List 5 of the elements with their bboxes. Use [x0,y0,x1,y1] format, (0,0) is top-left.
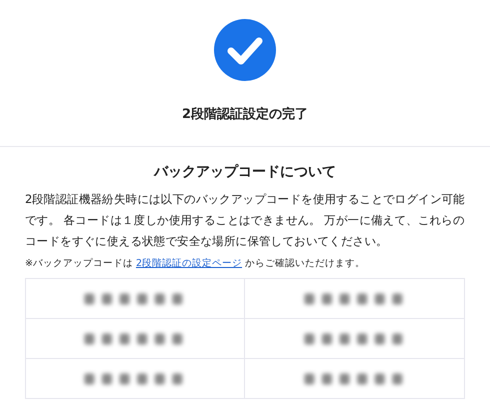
dialog-title: 2段階認証設定の完了 [182,106,308,123]
section-heading: バックアップコードについて [152,163,337,181]
settings-link[interactable]: 2段階認証の設定ページ [136,258,242,269]
note-text: ※バックアップコードは 2段階認証の設定ページ からご確認いただけます。 [25,257,366,270]
description-text: 2段階認証機器紛失時には以下のバックアップコードを使用することでログイン可能です。 各コードは１度しか使用することはできません。 万が一に備えて、これらのコードをすぐに使える状態で安全な場所に保管しておいてください。 [25,191,466,250]
